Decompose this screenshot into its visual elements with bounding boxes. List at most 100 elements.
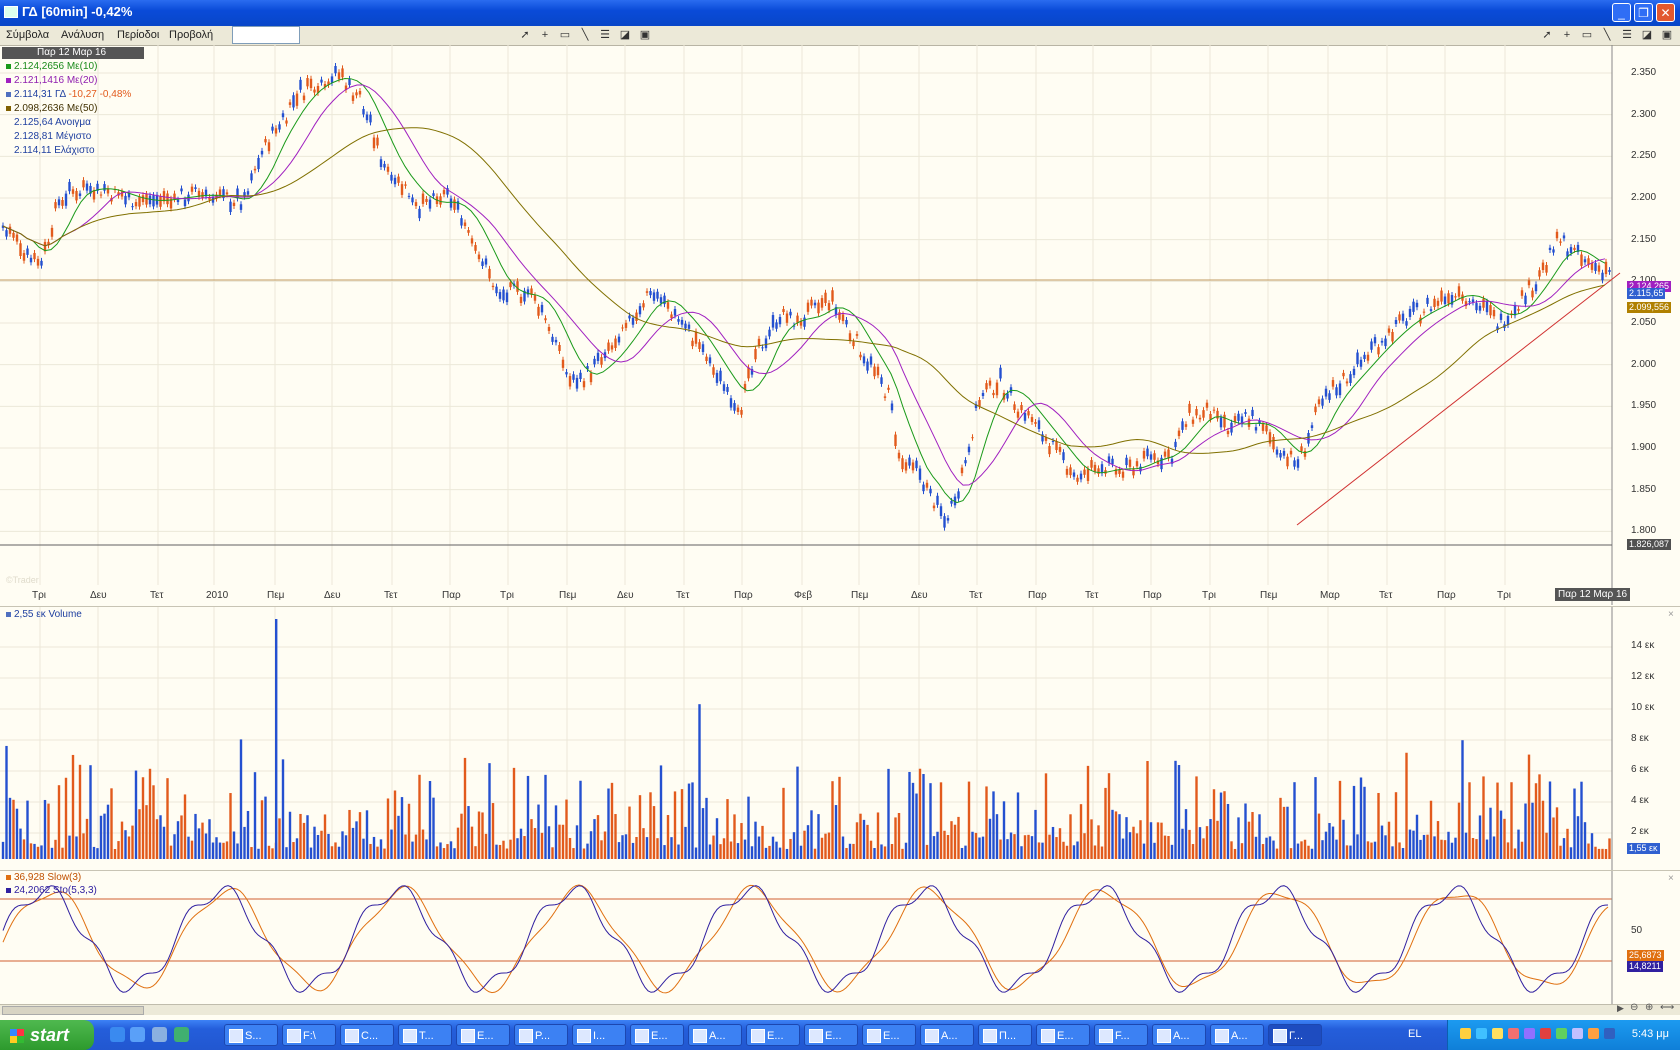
zoom-in-icon[interactable]: ⊕ (1645, 1002, 1653, 1013)
close-panel-icon[interactable]: × (1668, 873, 1674, 884)
pointer-tool-icon[interactable]: ➚ (1540, 28, 1554, 42)
candle-body (1083, 469, 1086, 475)
volume-bar (288, 811, 292, 859)
start-button[interactable]: start (0, 1020, 94, 1050)
candle-body (40, 260, 43, 266)
pointer-tool-icon[interactable]: ➚ (518, 28, 532, 42)
horizontal-scrollbar[interactable]: ▶ ⊖ ⊕ ⟷ (0, 1002, 1680, 1015)
app-quicklaunch-icon[interactable] (152, 1027, 167, 1042)
volume-bar (999, 839, 1002, 859)
price-panel[interactable]: Παρ 12 Μαρ 16 2.124,2656 Με(10) 2.121,14… (0, 45, 1680, 605)
candle-body (1293, 460, 1296, 467)
taskbar-button[interactable]: E... (630, 1024, 684, 1046)
time-axis-tick: Παρ (1028, 590, 1047, 601)
volume-chart[interactable] (0, 607, 1680, 870)
lines-tool-icon[interactable]: ☰ (598, 28, 612, 42)
candle-body (1398, 314, 1401, 321)
menu-analysis[interactable]: Ανάλυση (61, 29, 104, 41)
line-tool-icon[interactable]: ╲ (578, 28, 592, 42)
candle-body (1380, 340, 1384, 343)
volume-bar (75, 836, 78, 859)
scroll-right-icon[interactable]: ▶ (1617, 1003, 1624, 1014)
close-button[interactable]: ✕ (1656, 3, 1675, 22)
taskbar-button[interactable]: E... (456, 1024, 510, 1046)
save-icon[interactable]: ▣ (1660, 28, 1674, 42)
shield-icon[interactable] (1492, 1028, 1503, 1039)
time-axis-tick: Τρι (32, 590, 47, 601)
menu-periods[interactable]: Περίοδοι (117, 29, 159, 41)
tray-icon[interactable] (1556, 1028, 1567, 1039)
taskbar-button[interactable]: E... (862, 1024, 916, 1046)
chart-area[interactable]: Παρ 12 Μαρ 16 2.124,2656 Με(10) 2.121,14… (0, 45, 1680, 1015)
taskbar-button[interactable]: T... (398, 1024, 452, 1046)
taskbar-button[interactable]: A... (1210, 1024, 1264, 1046)
taskbar-button[interactable]: I... (572, 1024, 626, 1046)
volume-bar (103, 813, 106, 859)
time-axis-tick: Παρ (1143, 590, 1162, 601)
fit-icon[interactable]: ⟷ (1660, 1002, 1674, 1013)
rectangle-tool-icon[interactable]: ▭ (558, 28, 572, 42)
volume-panel[interactable]: 2,55 εκ Volume 14 εκ 12 εκ 10 εκ 8 εκ 6 εκ 4 … (0, 606, 1680, 870)
candle-body (1048, 446, 1051, 455)
crosshair-tool-icon[interactable]: + (538, 28, 552, 42)
rectangle-tool-icon[interactable]: ▭ (1580, 28, 1594, 42)
tray-icon[interactable] (1476, 1028, 1487, 1039)
app-quicklaunch-icon[interactable] (174, 1027, 189, 1042)
close-panel-icon[interactable]: × (1668, 609, 1674, 620)
volume-bar (971, 831, 974, 859)
language-indicator[interactable]: EL (1408, 1028, 1421, 1040)
scrollbar-thumb[interactable] (2, 1006, 144, 1015)
candle-body (964, 460, 967, 464)
chart-tool-icon[interactable]: ◪ (1640, 28, 1654, 42)
taskbar-button[interactable]: E... (746, 1024, 800, 1046)
restore-button[interactable]: ❐ (1634, 3, 1653, 22)
menu-symbols[interactable]: Σύμβολα (6, 29, 49, 41)
taskbar-button[interactable]: A... (1152, 1024, 1206, 1046)
candle-body (260, 150, 264, 155)
save-icon[interactable]: ▣ (638, 28, 652, 42)
taskbar-button[interactable]: A... (920, 1024, 974, 1046)
line-tool-icon[interactable]: ╲ (1600, 28, 1614, 42)
taskbar-button[interactable]: C... (340, 1024, 394, 1046)
stochastic-panel[interactable]: 36,928 Slow(3) 24,2062 Sto(5,3,3) 50 25,… (0, 870, 1680, 1005)
minimize-button[interactable]: _ (1612, 3, 1631, 22)
volume-bar (1268, 836, 1272, 859)
volume-bar (978, 837, 981, 859)
lines-tool-icon[interactable]: ☰ (1620, 28, 1634, 42)
candle-body (558, 344, 561, 351)
speaker-icon[interactable] (1572, 1028, 1583, 1039)
taskbar-button[interactable]: A... (688, 1024, 742, 1046)
chart-tool-icon[interactable]: ◪ (618, 28, 632, 42)
crosshair-tool-icon[interactable]: + (1560, 28, 1574, 42)
tray-icon[interactable] (1540, 1028, 1551, 1039)
tray-icon[interactable] (1508, 1028, 1519, 1039)
volume-bar (162, 826, 166, 859)
volume-bar (768, 845, 771, 859)
network-icon[interactable] (1604, 1028, 1615, 1039)
tray-icon[interactable] (1524, 1028, 1535, 1039)
volume-bar (89, 765, 92, 859)
menu-view[interactable]: Προβολή (169, 29, 213, 41)
taskbar-button[interactable]: S... (224, 1024, 278, 1046)
price-chart[interactable] (0, 45, 1680, 605)
candle-body (572, 374, 575, 380)
ie-icon[interactable] (110, 1027, 125, 1042)
taskbar-button[interactable]: Π... (978, 1024, 1032, 1046)
taskbar-button[interactable]: P... (514, 1024, 568, 1046)
taskbar-button[interactable]: E... (1036, 1024, 1090, 1046)
taskbar-button[interactable]: F... (1094, 1024, 1148, 1046)
tray-icon[interactable] (1460, 1028, 1471, 1039)
tray-icon[interactable] (1588, 1028, 1599, 1039)
candle-body (1184, 424, 1188, 427)
symbol-input[interactable] (232, 26, 300, 44)
taskbar-button[interactable]: E... (804, 1024, 858, 1046)
volume-bar (1044, 773, 1048, 859)
taskbar-button[interactable]: F:\ (282, 1024, 336, 1046)
volume-bar (841, 836, 845, 859)
taskbar-button[interactable]: Γ... (1268, 1024, 1322, 1046)
stochastic-chart[interactable] (0, 871, 1680, 1005)
candle-body (138, 196, 141, 207)
ie-icon[interactable] (130, 1027, 145, 1042)
candle-body (677, 319, 680, 322)
zoom-out-icon[interactable]: ⊖ (1630, 1002, 1638, 1013)
